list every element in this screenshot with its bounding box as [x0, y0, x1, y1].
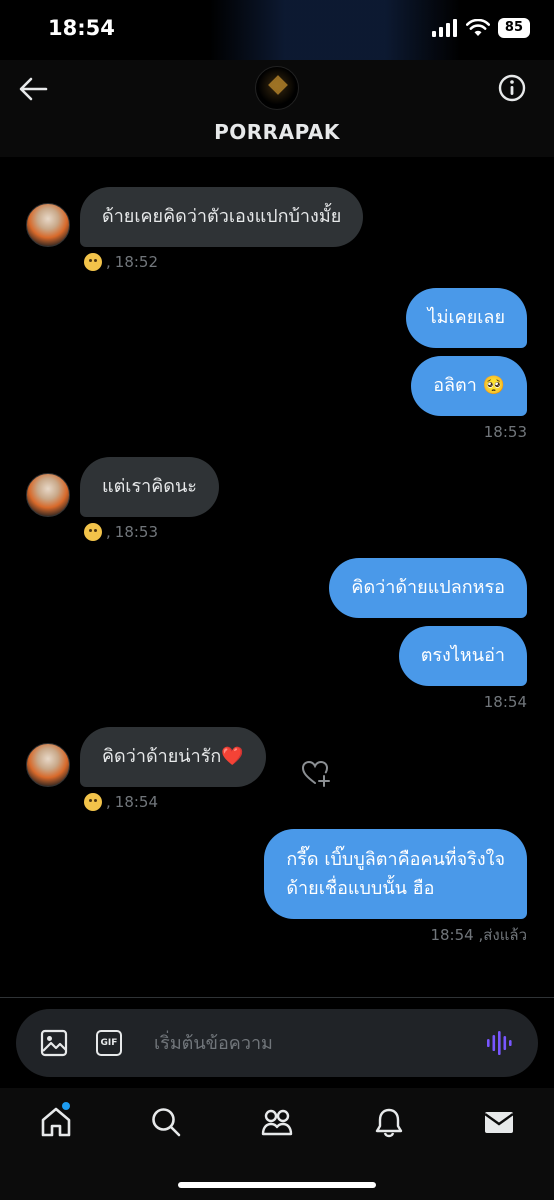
- message-line: กรี๊ด เบิ๊บบูลิตาคือคนที่จริงใจ: [286, 849, 505, 870]
- notification-dot: [62, 1102, 70, 1110]
- search-icon[interactable]: [150, 1106, 182, 1138]
- communities-icon[interactable]: [261, 1106, 293, 1138]
- header-avatar[interactable]: [255, 66, 299, 110]
- status-time: 18:54: [48, 16, 115, 40]
- conversation-header: PORRAPAK: [0, 60, 554, 157]
- reaction-separator: ,: [106, 523, 111, 541]
- signal-icon: [431, 19, 457, 37]
- cat-reaction-icon[interactable]: [84, 793, 102, 811]
- info-icon[interactable]: [498, 74, 526, 102]
- message-bubble-outgoing[interactable]: กรี๊ด เบิ๊บบูลิตาคือคนที่จริงใจ ด้ายเชื่…: [264, 829, 527, 919]
- message-time: 18:54: [483, 693, 527, 711]
- avatar[interactable]: [26, 473, 70, 517]
- cat-reaction-icon[interactable]: [84, 253, 102, 271]
- conversation-title[interactable]: PORRAPAK: [0, 120, 554, 144]
- message-meta: , 18:53: [84, 523, 158, 541]
- message-bubble-outgoing[interactable]: คิดว่าด้ายแปลกหรอ: [329, 558, 527, 618]
- message-composer: GIF: [16, 1009, 538, 1077]
- message-line: ด้ายเชื่อแบบนั้น ฮือ: [286, 878, 435, 899]
- bell-icon[interactable]: [373, 1106, 405, 1138]
- avatar[interactable]: [26, 203, 70, 247]
- message-time: 18:53: [483, 423, 527, 441]
- wifi-icon: [465, 19, 490, 36]
- voice-message-icon[interactable]: [486, 1030, 514, 1056]
- composer-divider: [0, 997, 554, 998]
- message-input[interactable]: [154, 1029, 474, 1057]
- home-indicator: [178, 1182, 376, 1188]
- react-heart-add-icon[interactable]: [301, 759, 331, 787]
- gif-button[interactable]: GIF: [96, 1030, 122, 1056]
- message-list: ด้ายเคยคิดว่าตัวเองแปกบ้างมั้ย , 18:52 ไม…: [0, 157, 554, 997]
- message-time-status: 18:54 ,ส่งแล้ว: [430, 926, 527, 944]
- message-bubble-incoming[interactable]: คิดว่าด้ายน่ารัก❤️: [80, 727, 266, 787]
- message-bubble-incoming[interactable]: แต่เราคิดนะ: [80, 457, 219, 517]
- status-bar: 18:54 85: [0, 0, 554, 60]
- image-icon[interactable]: [40, 1029, 68, 1057]
- message-bubble-outgoing[interactable]: ไม่เคยเลย: [405, 288, 527, 348]
- avatar[interactable]: [26, 743, 70, 787]
- message-meta: , 18:52: [84, 253, 158, 271]
- cat-reaction-icon[interactable]: [84, 523, 102, 541]
- home-icon[interactable]: [40, 1106, 72, 1138]
- message-time: 18:54: [114, 793, 159, 811]
- mail-icon[interactable]: [483, 1106, 515, 1138]
- message-meta: , 18:54: [84, 793, 158, 811]
- message-time: 18:52: [114, 253, 159, 271]
- message-bubble-incoming[interactable]: ด้ายเคยคิดว่าตัวเองแปกบ้างมั้ย: [80, 187, 364, 247]
- message-time: 18:53: [114, 523, 159, 541]
- reaction-separator: ,: [106, 793, 111, 811]
- message-bubble-outgoing[interactable]: อลิตา 🥺: [411, 356, 527, 416]
- message-bubble-outgoing[interactable]: ตรงไหนอ่า: [398, 626, 527, 686]
- status-bar-blur: [210, 0, 460, 60]
- back-arrow-icon[interactable]: [18, 76, 48, 102]
- reaction-separator: ,: [106, 253, 111, 271]
- battery-badge: 85: [497, 18, 530, 38]
- status-icons: 85: [431, 18, 530, 38]
